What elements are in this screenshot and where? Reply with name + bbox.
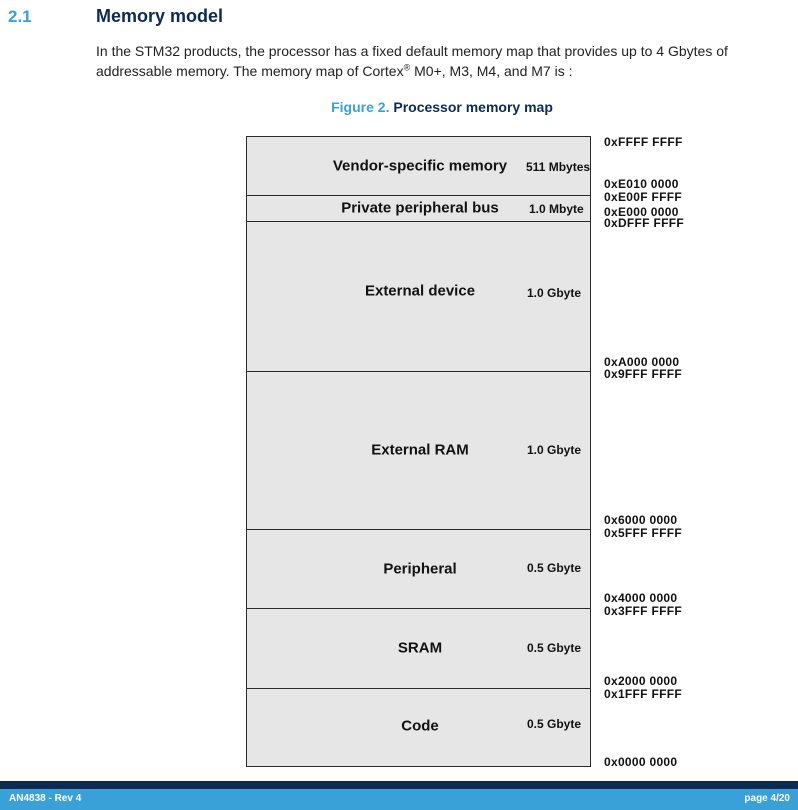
address-label: 0x4000 0000 [604,591,678,605]
memory-map: Vendor-specific memory 511 Mbytes Privat… [246,136,591,767]
region-size: 1.0 Mbyte [529,202,584,216]
region-name: Private peripheral bus [341,199,499,217]
page-footer: AN4838 - Rev 4 page 4/20 [0,781,798,810]
region-external-device: External device 1.0 Gbyte [247,222,590,372]
region-size: 511 Mbytes [526,160,591,174]
figure-title: Processor memory map [393,99,553,115]
region-size: 0.5 Gbyte [527,717,582,731]
section-title: Memory model [96,6,224,26]
address-label: 0x3FFF FFFF [604,604,682,618]
region-name: Peripheral [383,560,457,578]
address-label: 0xE010 0000 [604,177,679,191]
region-size: 0.5 Gbyte [527,561,582,575]
region-peripheral: Peripheral 0.5 Gbyte [247,530,590,609]
region-private-peripheral-bus: Private peripheral bus 1.0 Mbyte [247,196,590,222]
region-name: External device [364,282,476,300]
address-label: 0x5FFF FFFF [604,526,682,540]
document-id: AN4838 - Rev 4 [9,793,82,804]
region-size: 1.0 Gbyte [527,443,582,457]
region-name: External RAM [371,441,469,459]
address-label: 0xFFFF FFFF [604,135,683,149]
address-label: 0x2000 0000 [604,674,678,688]
section-number: 2.1 [8,7,32,26]
region-name: Vendor-specific memory [332,157,508,175]
address-label: 0x9FFF FFFF [604,367,682,381]
region-external-ram: External RAM 1.0 Gbyte [247,372,590,530]
address-label: 0x1FFF FFFF [604,687,682,701]
figure-caption: Figure 2. Processor memory map [0,99,798,115]
figure-label: Figure 2. [331,99,390,115]
footer-band-dark [0,781,798,789]
intro-paragraph: In the STM32 products, the processor has… [96,41,776,81]
region-sram: SRAM 0.5 Gbyte [247,609,590,689]
footer-band [0,789,798,810]
region-size: 0.5 Gbyte [527,641,582,655]
address-label: 0x0000 0000 [604,755,678,769]
region-vendor-specific: Vendor-specific memory 511 Mbytes [247,137,590,196]
address-label: 0x6000 0000 [604,513,678,527]
region-size: 1.0 Gbyte [527,286,582,300]
address-label: 0xE00F FFFF [604,190,682,204]
region-name: SRAM [397,639,443,657]
region-name: Code [401,717,439,735]
intro-text-end: M0+, M3, M4, and M7 is : [410,63,573,79]
address-label: 0xDFFF FFFF [604,216,684,230]
region-code: Code 0.5 Gbyte [247,689,590,766]
page-number: page 4/20 [744,793,790,804]
